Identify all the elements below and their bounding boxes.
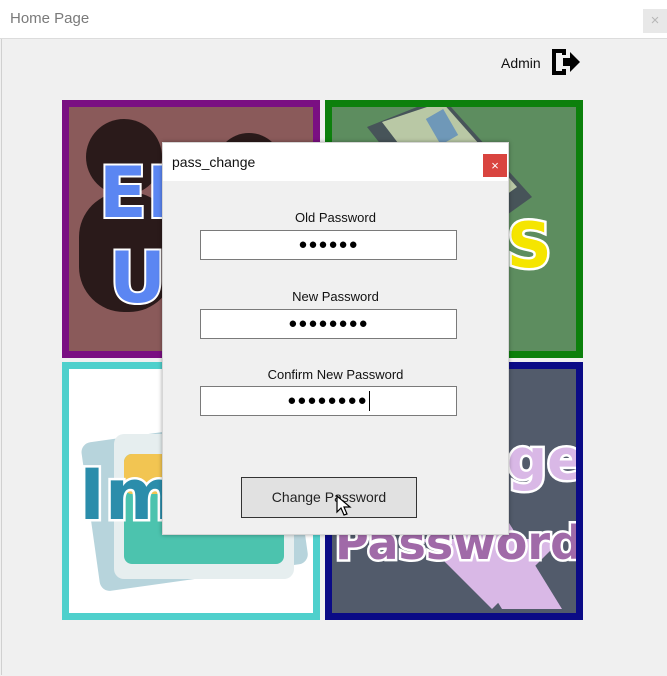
dialog-title: pass_change — [172, 154, 256, 170]
window-close-button[interactable]: × — [643, 9, 667, 33]
dialog-titlebar: pass_change × — [163, 143, 508, 181]
new-password-value: ●●●●●●●● — [288, 315, 369, 332]
confirm-password-value: ●●●●●●●● — [287, 392, 368, 409]
new-password-label: New Password — [292, 289, 379, 304]
old-password-field[interactable]: ●●●●●● — [200, 230, 457, 260]
change-password-text-line1: ge — [507, 428, 576, 493]
confirm-password-label: Confirm New Password — [267, 367, 404, 382]
logout-icon[interactable] — [549, 46, 583, 78]
dialog-close-button[interactable]: × — [483, 154, 507, 177]
window-title: Home Page — [10, 10, 90, 27]
confirm-password-field[interactable]: ●●●●●●●● — [200, 386, 457, 416]
text-caret — [368, 391, 370, 412]
old-password-value: ●●●●●● — [298, 236, 359, 253]
images-top-text: S — [507, 209, 552, 282]
change-password-button[interactable]: Change Password — [241, 477, 417, 518]
pass-change-dialog: pass_change × Old Password ●●●●●● New Pa… — [162, 142, 509, 535]
window-titlebar: Home Page × — [0, 0, 667, 39]
user-label: Admin — [501, 55, 541, 71]
mouse-cursor-icon — [336, 495, 352, 516]
old-password-label: Old Password — [295, 210, 376, 225]
new-password-field[interactable]: ●●●●●●●● — [200, 309, 457, 339]
